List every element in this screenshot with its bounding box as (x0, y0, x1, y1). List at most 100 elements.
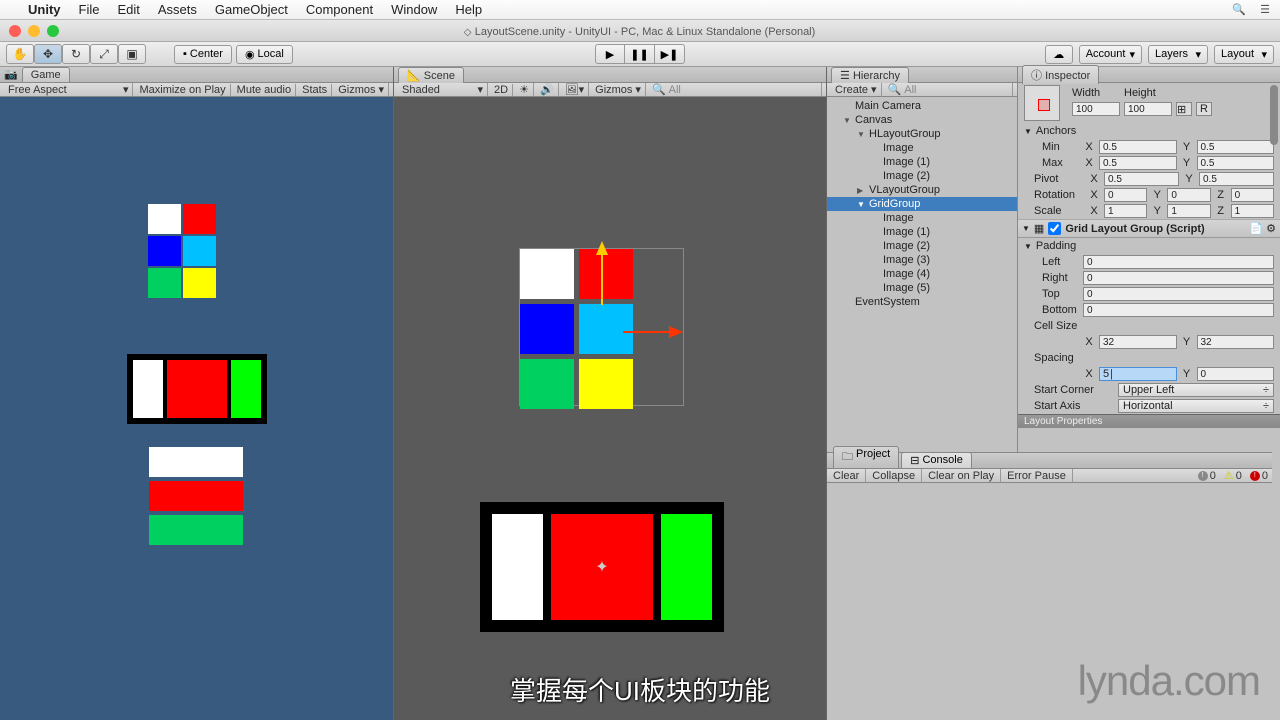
hierarchy-item[interactable]: Image (1) (827, 225, 1017, 239)
menu-icon[interactable]: ☰ (1260, 3, 1270, 16)
play-button[interactable]: ▶ (595, 44, 625, 64)
error-pause-toggle[interactable]: Error Pause (1001, 469, 1073, 482)
menu-edit[interactable]: Edit (117, 2, 139, 17)
clear-on-play-toggle[interactable]: Clear on Play (922, 469, 1001, 482)
scene-search[interactable]: 🔍All (648, 83, 822, 96)
padding-left[interactable]: 0 (1083, 255, 1274, 269)
hierarchy-item[interactable]: Image (827, 211, 1017, 225)
menu-assets[interactable]: Assets (158, 2, 197, 17)
pause-button[interactable]: ❚❚ (625, 44, 655, 64)
inspector-tab[interactable]: ⓘ Inspector (1022, 65, 1099, 84)
anchor-max-x[interactable]: 0.5 (1099, 156, 1177, 170)
close-window-button[interactable] (9, 25, 21, 37)
collapse-toggle[interactable]: Collapse (866, 469, 922, 482)
aspect-dropdown[interactable]: Free Aspect▾ (4, 83, 133, 96)
game-view[interactable] (0, 97, 393, 720)
warning-count[interactable]: ⚠0 (1220, 469, 1246, 482)
cellsize-x[interactable]: 32 (1099, 335, 1177, 349)
maximize-window-button[interactable] (47, 25, 59, 37)
spacing-y[interactable]: 0 (1197, 367, 1275, 381)
scale-y[interactable]: 1 (1167, 204, 1210, 218)
blueprint-toggle[interactable]: ⊞ (1176, 102, 1192, 116)
rect-tool-button[interactable]: ▣ (118, 44, 146, 64)
gizmo-x-axis[interactable] (669, 326, 683, 338)
cellsize-y[interactable]: 32 (1197, 335, 1275, 349)
hierarchy-item[interactable]: Image (1) (827, 155, 1017, 169)
step-button[interactable]: ▶❚ (655, 44, 685, 64)
gizmo-y-axis[interactable] (596, 241, 608, 255)
minimize-window-button[interactable] (28, 25, 40, 37)
game-tab[interactable]: Game (22, 67, 70, 82)
audio-toggle[interactable]: 🔊 (536, 83, 559, 96)
anchor-max-y[interactable]: 0.5 (1197, 156, 1275, 170)
rot-x[interactable]: 0 (1104, 188, 1147, 202)
menu-file[interactable]: File (79, 2, 100, 17)
layers-dropdown[interactable]: Layers▾ (1148, 45, 1208, 64)
padding-foldout[interactable]: Padding (1036, 240, 1076, 252)
shading-dropdown[interactable]: Shaded▾ (398, 83, 488, 96)
hierarchy-item[interactable]: ▶VLayoutGroup (827, 183, 1017, 197)
scale-x[interactable]: 1 (1104, 204, 1147, 218)
space-toggle[interactable]: ◉Local (236, 45, 293, 64)
hierarchy-item[interactable]: Image (4) (827, 267, 1017, 281)
stats-toggle[interactable]: Stats (298, 84, 332, 96)
hierarchy-item[interactable]: Image (5) (827, 281, 1017, 295)
clear-button[interactable]: Clear (827, 469, 866, 482)
console-tab[interactable]: ⊟Console (901, 452, 972, 468)
move-tool-button[interactable]: ✥ (34, 44, 62, 64)
menu-component[interactable]: Component (306, 2, 373, 17)
hierarchy-item[interactable]: Image (3) (827, 253, 1017, 267)
rot-z[interactable]: 0 (1231, 188, 1274, 202)
width-field[interactable]: 100 (1072, 102, 1120, 116)
scene-tab[interactable]: 📐 Scene (398, 67, 464, 83)
layout-properties-header[interactable]: Layout Properties (1018, 414, 1280, 428)
height-field[interactable]: 100 (1124, 102, 1172, 116)
search-icon[interactable]: 🔍 (1232, 3, 1246, 16)
anchor-preset-button[interactable] (1024, 85, 1060, 121)
spacing-x[interactable]: 5| (1099, 367, 1177, 381)
scene-hlayout-object[interactable]: ✦ (480, 502, 724, 632)
component-header[interactable]: ▼▦ Grid Layout Group (Script) 📄 ⚙ (1018, 219, 1280, 238)
error-count[interactable]: !0 (1246, 469, 1272, 482)
menu-help[interactable]: Help (455, 2, 482, 17)
light-toggle[interactable]: ☀ (515, 83, 534, 96)
scene-grid-object[interactable] (520, 249, 638, 414)
hierarchy-search[interactable]: 🔍All (884, 83, 1013, 96)
hierarchy-item[interactable]: Image (2) (827, 239, 1017, 253)
rot-y[interactable]: 0 (1167, 188, 1210, 202)
start-axis-dropdown[interactable]: Horizontal÷ (1118, 399, 1274, 413)
scale-z[interactable]: 1 (1231, 204, 1274, 218)
component-enabled-checkbox[interactable] (1048, 222, 1061, 235)
hierarchy-item[interactable]: Image (2) (827, 169, 1017, 183)
padding-top[interactable]: 0 (1083, 287, 1274, 301)
project-tab[interactable]: 🗀Project (833, 446, 899, 468)
mute-toggle[interactable]: Mute audio (233, 84, 296, 96)
create-dropdown[interactable]: Create▾ (831, 83, 882, 96)
account-dropdown[interactable]: Account▾ (1079, 45, 1142, 64)
padding-bottom[interactable]: 0 (1083, 303, 1274, 317)
cloud-button[interactable]: ☁ (1045, 45, 1073, 64)
padding-right[interactable]: 0 (1083, 271, 1274, 285)
maximize-toggle[interactable]: Maximize on Play (135, 84, 230, 96)
hierarchy-item[interactable]: Main Camera (827, 99, 1017, 113)
gizmos-scene-dropdown[interactable]: Gizmos▾ (591, 83, 646, 96)
scene-view[interactable]: ✦ (394, 97, 826, 720)
hierarchy-item[interactable]: ▼Canvas (827, 113, 1017, 127)
scale-tool-button[interactable]: ⤢ (90, 44, 118, 64)
rotate-tool-button[interactable]: ↻ (62, 44, 90, 64)
anchors-foldout[interactable]: Anchors (1036, 125, 1076, 137)
menu-app[interactable]: Unity (28, 2, 61, 17)
hierarchy-item[interactable]: ▼HLayoutGroup (827, 127, 1017, 141)
anchor-min-x[interactable]: 0.5 (1099, 140, 1177, 154)
pivot-toggle[interactable]: ▪Center (174, 45, 232, 64)
raw-toggle[interactable]: R (1196, 102, 1212, 116)
layout-dropdown[interactable]: Layout▾ (1214, 45, 1274, 64)
hierarchy-tab[interactable]: ☰ Hierarchy (831, 67, 909, 83)
gizmos-dropdown[interactable]: Gizmos▾ (334, 83, 389, 96)
fx-dropdown[interactable]: 🖼▾ (561, 83, 590, 96)
hierarchy-item[interactable]: ▼GridGroup (827, 197, 1017, 211)
inspector-scrollbar[interactable] (1270, 85, 1278, 145)
pivot-y[interactable]: 0.5 (1199, 172, 1274, 186)
menu-window[interactable]: Window (391, 2, 437, 17)
start-corner-dropdown[interactable]: Upper Left÷ (1118, 383, 1274, 397)
